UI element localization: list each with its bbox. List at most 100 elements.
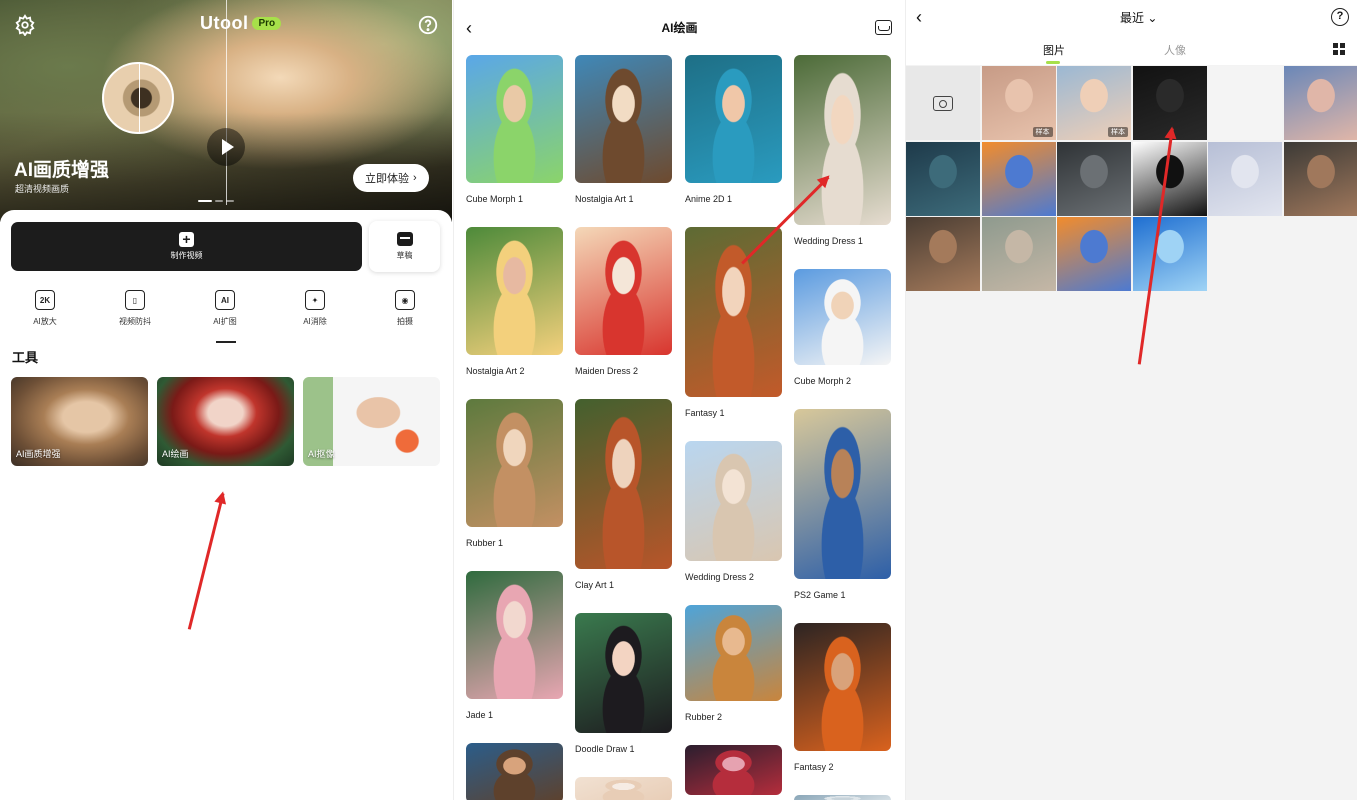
chevron-right-icon: › bbox=[413, 172, 417, 184]
style-thumbnail bbox=[794, 409, 891, 579]
try-now-label: 立即体验 bbox=[365, 173, 409, 185]
tools-heading: 工具 bbox=[12, 350, 39, 365]
home-content: + 制作视频 草稿 2K AI放大 ▯ 视频防抖 AI AI扩图 ✦ AI消除 ◉ 拍摄 工具 A… bbox=[0, 210, 452, 800]
style-thumbnail bbox=[575, 777, 672, 800]
photo-thumbnail[interactable] bbox=[981, 141, 1056, 216]
photo-thumbnail[interactable]: 样本 bbox=[1057, 66, 1131, 140]
quick-action-stabilize[interactable]: ▯ 视频防抖 bbox=[90, 290, 180, 327]
style-thumbnail bbox=[466, 571, 563, 699]
back-arrow-icon[interactable]: ‹ bbox=[466, 18, 472, 39]
quick-action-magic-wand[interactable]: ✦ AI消除 bbox=[270, 290, 360, 327]
carousel-dot[interactable] bbox=[226, 200, 234, 202]
style-thumbnail bbox=[685, 605, 782, 701]
photo-thumbnail[interactable] bbox=[981, 217, 1056, 291]
quick-action-expand-image[interactable]: AI AI扩图 bbox=[180, 290, 270, 327]
photo-picker-screen: ‹ 最近 ⌄ ? 图片 人像 样本 样本 bbox=[905, 0, 1357, 800]
style-thumbnail bbox=[794, 55, 891, 225]
style-label: Rubber 2 bbox=[685, 712, 723, 722]
style-label: Cube Morph 1 bbox=[466, 194, 524, 204]
style-card[interactable]: Nostalgia Art 2 bbox=[466, 227, 563, 376]
grid-view-icon[interactable] bbox=[1333, 43, 1345, 55]
back-arrow-icon[interactable]: ‹ bbox=[916, 7, 922, 28]
tab-photos[interactable]: 图片 bbox=[1043, 42, 1065, 64]
inbox-icon[interactable] bbox=[875, 20, 892, 35]
photo-thumbnail[interactable] bbox=[1283, 66, 1357, 140]
style-thumbnail bbox=[575, 399, 672, 569]
album-dropdown[interactable]: 最近 ⌄ bbox=[1120, 9, 1157, 26]
photo-thumbnail[interactable]: 样本 bbox=[981, 66, 1056, 140]
tool-label: AI绘画 bbox=[162, 449, 189, 459]
drafts-icon bbox=[396, 232, 413, 246]
zoom-lens bbox=[102, 62, 174, 134]
try-now-button[interactable]: 立即体验 › bbox=[353, 164, 429, 192]
carousel-dot[interactable] bbox=[215, 200, 223, 202]
style-card[interactable]: Fantasy 1 bbox=[685, 227, 782, 418]
sample-badge: 样本 bbox=[1032, 127, 1053, 137]
photo-thumbnail[interactable] bbox=[1057, 217, 1131, 291]
style-card[interactable]: Doodle Draw 1 bbox=[575, 613, 672, 754]
style-card[interactable]: Jade 1 bbox=[466, 571, 563, 720]
picker-tabs: 图片 人像 bbox=[906, 34, 1357, 65]
photo-thumbnail[interactable] bbox=[1132, 217, 1207, 291]
quick-action-label: AI放大 bbox=[33, 317, 57, 326]
style-card[interactable]: Rubber 1 bbox=[466, 399, 563, 548]
camera-capture-cell[interactable] bbox=[906, 66, 980, 140]
style-card[interactable] bbox=[685, 745, 782, 795]
brand: Utool Pro bbox=[200, 13, 282, 34]
style-card[interactable]: Wedding Dress 1 bbox=[794, 55, 891, 246]
style-thumbnail bbox=[575, 55, 672, 183]
style-card[interactable] bbox=[794, 795, 891, 800]
brand-name: Utool bbox=[200, 13, 249, 33]
style-card[interactable]: Nostalgia Art 1 bbox=[575, 55, 672, 204]
style-thumbnail bbox=[466, 227, 563, 355]
camera-icon: ◉ bbox=[395, 290, 415, 310]
carousel-dot[interactable] bbox=[198, 200, 212, 202]
home-screen: Utool Pro AI画质增强 超清视频画质 立即体验 › + 制作视频 草稿 bbox=[0, 0, 452, 800]
style-card[interactable]: Maiden Dress 2 bbox=[575, 227, 672, 376]
style-card[interactable]: PS2 Game 1 bbox=[794, 409, 891, 600]
tab-portraits[interactable]: 人像 bbox=[1164, 42, 1186, 58]
style-card[interactable]: Cube Morph 1 bbox=[466, 55, 563, 204]
style-thumbnail bbox=[685, 55, 782, 183]
play-button[interactable] bbox=[207, 128, 245, 166]
hero-banner[interactable]: Utool Pro AI画质增强 超清视频画质 立即体验 › bbox=[0, 0, 452, 222]
tool-ai-enhance[interactable]: AI画质增强 bbox=[11, 377, 148, 466]
photo-thumbnail[interactable] bbox=[1057, 141, 1131, 216]
style-card[interactable]: Rubber 2 bbox=[685, 605, 782, 722]
pro-badge[interactable]: Pro bbox=[252, 17, 282, 30]
quick-action-label: AI扩图 bbox=[213, 317, 237, 326]
drafts-button[interactable]: 草稿 bbox=[369, 221, 440, 272]
style-thumbnail bbox=[794, 795, 891, 800]
quick-action-2k-upscale[interactable]: 2K AI放大 bbox=[0, 290, 90, 327]
style-card[interactable]: Anime 2D 1 bbox=[685, 55, 782, 204]
photo-thumbnail[interactable] bbox=[1208, 141, 1282, 216]
camera-icon bbox=[933, 95, 953, 111]
tool-ai-cutout[interactable]: AI抠像 bbox=[303, 377, 440, 466]
quick-action-label: 视频防抖 bbox=[119, 317, 151, 326]
tool-ai-painting[interactable]: AI绘画 bbox=[157, 377, 294, 466]
page-title: AI绘画 bbox=[661, 20, 698, 35]
photo-thumbnail[interactable] bbox=[906, 217, 980, 291]
style-label: Cube Morph 2 bbox=[794, 376, 852, 386]
style-card[interactable] bbox=[466, 743, 563, 800]
quick-action-label: AI消除 bbox=[303, 317, 327, 326]
style-card[interactable]: Clay Art 1 bbox=[575, 399, 672, 590]
expand-image-icon: AI bbox=[215, 290, 235, 310]
style-card[interactable]: Wedding Dress 2 bbox=[685, 441, 782, 582]
style-label: Wedding Dress 1 bbox=[794, 236, 863, 246]
question-circle-icon[interactable] bbox=[417, 14, 439, 36]
make-video-button[interactable]: + 制作视频 bbox=[11, 222, 362, 271]
style-card[interactable] bbox=[575, 777, 672, 800]
style-label: Nostalgia Art 2 bbox=[466, 366, 525, 376]
stabilize-icon: ▯ bbox=[125, 290, 145, 310]
question-circle-icon[interactable]: ? bbox=[1331, 8, 1349, 26]
style-thumbnail bbox=[685, 441, 782, 561]
style-card[interactable]: Fantasy 2 bbox=[794, 623, 891, 772]
photo-thumbnail[interactable] bbox=[1283, 141, 1357, 216]
quick-action-camera[interactable]: ◉ 拍摄 bbox=[360, 290, 450, 327]
gear-icon[interactable] bbox=[14, 14, 36, 36]
photo-thumbnail[interactable] bbox=[906, 141, 980, 216]
quick-actions-page-indicator bbox=[216, 341, 236, 343]
photo-thumbnail[interactable] bbox=[1208, 66, 1282, 140]
style-card[interactable]: Cube Morph 2 bbox=[794, 269, 891, 386]
